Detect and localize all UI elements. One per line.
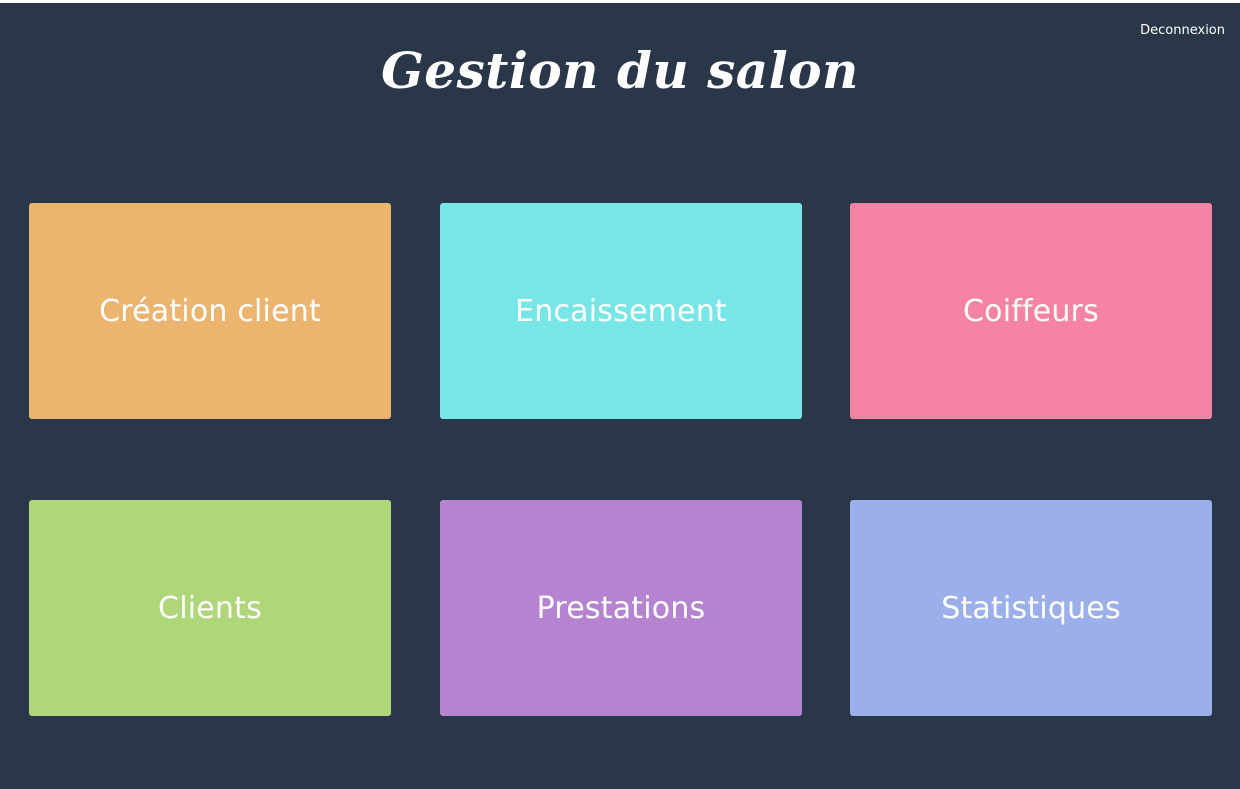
app-window: Deconnexion Gestion du salon Création cl… bbox=[0, 3, 1240, 789]
hairdressers-tile[interactable]: Coiffeurs bbox=[850, 203, 1212, 419]
tile-label: Statistiques bbox=[941, 590, 1121, 626]
create-client-tile[interactable]: Création client bbox=[29, 203, 391, 419]
logout-link[interactable]: Deconnexion bbox=[1140, 23, 1225, 38]
services-tile[interactable]: Prestations bbox=[440, 500, 802, 716]
tile-label: Clients bbox=[158, 590, 262, 626]
clients-tile[interactable]: Clients bbox=[29, 500, 391, 716]
tile-label: Encaissement bbox=[515, 293, 727, 329]
tile-label: Prestations bbox=[536, 590, 706, 626]
statistics-tile[interactable]: Statistiques bbox=[850, 500, 1212, 716]
page-title: Gestion du salon bbox=[381, 41, 859, 100]
tile-label: Création client bbox=[99, 293, 321, 329]
tile-label: Coiffeurs bbox=[963, 293, 1099, 329]
checkout-tile[interactable]: Encaissement bbox=[440, 203, 802, 419]
